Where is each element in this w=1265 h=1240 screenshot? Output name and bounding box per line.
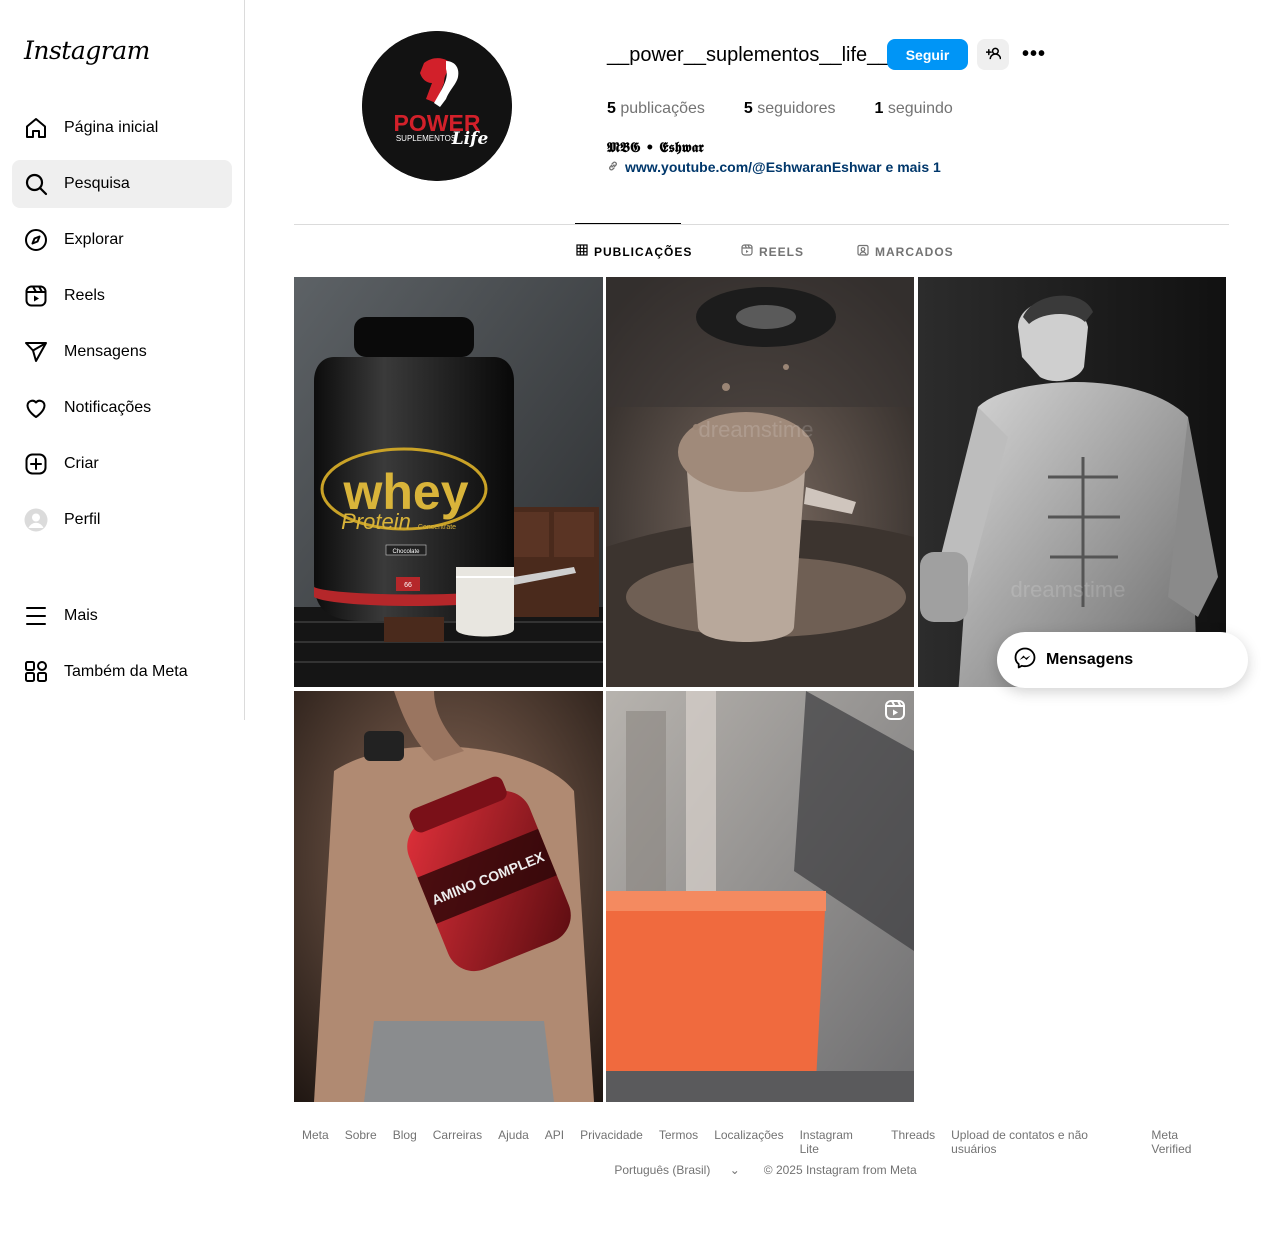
send-icon: [23, 339, 49, 365]
sidebar-item-notifications[interactable]: Notificações: [12, 384, 232, 432]
protein-text: Protein: [341, 509, 411, 534]
home-icon: [23, 115, 49, 141]
tab-tagged[interactable]: MARCADOS: [857, 244, 954, 259]
tab-label: REELS: [759, 244, 805, 259]
sidebar-item-reels[interactable]: Reels: [12, 272, 232, 320]
instagram-logo[interactable]: Instagram: [24, 36, 150, 65]
messages-pill[interactable]: Mensagens: [997, 632, 1248, 688]
tab-label: MARCADOS: [875, 244, 954, 259]
avatar-life-text: Life: [451, 129, 489, 149]
post-fitness-model[interactable]: dreamstime: [918, 277, 1226, 687]
footer-link[interactable]: Sobre: [345, 1128, 377, 1156]
options-button[interactable]: •••: [1018, 39, 1050, 70]
sidebar-item-profile[interactable]: Perfil: [12, 496, 232, 544]
meta-apps-icon: [23, 659, 49, 685]
sidebar-item-label: Reels: [64, 287, 105, 304]
tab-label: PUBLICAÇÕES: [594, 244, 693, 259]
sidebar-item-label: Página inicial: [64, 119, 159, 136]
sidebar-item-more[interactable]: Mais: [12, 592, 232, 640]
compass-icon: [23, 227, 49, 253]
footer-link[interactable]: Ajuda: [498, 1128, 529, 1156]
footer-links: Meta Sobre Blog Carreiras Ajuda API Priv…: [294, 1128, 1229, 1156]
reel-badge-icon: [884, 699, 906, 721]
post-protein-scoop[interactable]: dreamstime: [606, 277, 914, 687]
sidebar-item-label: Também da Meta: [64, 663, 188, 680]
concentrate-text: Concentrate: [418, 524, 456, 531]
reels-tab-icon: [741, 244, 759, 259]
reels-icon: [23, 283, 49, 309]
copyright-text: © 2025 Instagram from Meta: [763, 1163, 917, 1177]
menu-icon: [23, 603, 49, 629]
footer-link[interactable]: Meta Verified: [1151, 1128, 1221, 1156]
grid-icon: [576, 244, 594, 259]
suggested-users-button[interactable]: [977, 39, 1009, 70]
watermark-text: dreamstime: [699, 417, 814, 442]
flavor-text: Chocolate: [392, 549, 420, 555]
footer-link[interactable]: Upload de contatos e não usuários: [951, 1128, 1135, 1156]
post-amino-complex[interactable]: AMINO COMPLEX: [294, 691, 603, 1102]
messages-pill-label: Mensagens: [1046, 651, 1134, 668]
sidebar-item-search[interactable]: Pesquisa: [12, 160, 232, 208]
footer-bottom: Português (Brasil) ⌄ © 2025 Instagram fr…: [294, 1163, 1229, 1177]
bio-link-text: www.youtube.com/@EshwaranEshwar e mais 1: [625, 159, 941, 175]
add-user-icon: [985, 46, 1001, 64]
sidebar-nav: Página inicial Pesquisa Explorar Reels M…: [12, 104, 232, 704]
sidebar-item-label: Perfil: [64, 511, 101, 528]
profile-username: __power__suplementos__life__: [607, 44, 890, 66]
sidebar-item-label: Mensagens: [64, 343, 147, 360]
footer-link[interactable]: Carreiras: [433, 1128, 482, 1156]
footer-link[interactable]: Blog: [393, 1128, 417, 1156]
search-icon: [23, 171, 49, 197]
post-whey-protein[interactable]: whey Protein Concentrate Chocolate 66: [294, 277, 603, 687]
tabs-divider: [294, 224, 1229, 225]
sidebar-item-label: Mais: [64, 607, 98, 624]
follow-button[interactable]: Seguir: [887, 39, 968, 70]
stat-followers[interactable]: 5 seguidores: [744, 100, 836, 118]
footer-link[interactable]: Threads: [891, 1128, 935, 1156]
sidebar-item-label: Notificações: [64, 399, 152, 416]
sidebar-item-home[interactable]: Página inicial: [12, 104, 232, 152]
footer-link[interactable]: Instagram Lite: [800, 1128, 876, 1156]
sidebar: Instagram Página inicial Pesquisa Explor…: [0, 0, 245, 720]
bio-link[interactable]: www.youtube.com/@EshwaranEshwar e mais 1: [607, 159, 941, 175]
bio-name: 𝕸𝕭𝕲 • 𝕰𝖘𝖍𝖜𝖆𝖗: [607, 140, 704, 156]
link-icon: [607, 159, 625, 175]
sidebar-item-also-meta[interactable]: Também da Meta: [12, 648, 232, 696]
chevron-down-icon: ⌄: [729, 1163, 740, 1177]
stat-posts: 5 publicações: [607, 100, 705, 117]
avatar-suplementos-text: SUPLEMENTOS: [396, 134, 456, 143]
language-select[interactable]: Português (Brasil) ⌄: [606, 1163, 747, 1177]
heart-icon: [23, 395, 49, 421]
tab-posts[interactable]: PUBLICAÇÕES: [576, 244, 692, 259]
footer-link[interactable]: Meta: [302, 1128, 329, 1156]
tab-reels[interactable]: REELS: [741, 244, 804, 259]
avatar-icon: [23, 507, 49, 533]
profile-avatar[interactable]: POWER SUPLEMENTOS Life: [362, 31, 512, 181]
tagged-icon: [857, 244, 875, 259]
profile-stats: 5 publicações 5 seguidores 1 seguindo: [607, 100, 992, 118]
footer-link[interactable]: API: [545, 1128, 564, 1156]
messenger-icon: [1013, 646, 1046, 675]
sidebar-item-messages[interactable]: Mensagens: [12, 328, 232, 376]
footer-link[interactable]: Termos: [659, 1128, 698, 1156]
active-tab-indicator: [575, 223, 681, 224]
stat-following[interactable]: 1 seguindo: [875, 100, 953, 118]
sidebar-item-label: Criar: [64, 455, 99, 472]
sidebar-item-label: Explorar: [64, 231, 124, 248]
plus-square-icon: [23, 451, 49, 477]
footer-link[interactable]: Privacidade: [580, 1128, 643, 1156]
watermark-text: dreamstime: [1011, 577, 1126, 602]
post-reel[interactable]: [606, 691, 914, 1102]
sidebar-item-explore[interactable]: Explorar: [12, 216, 232, 264]
servings-text: 66: [404, 582, 412, 589]
footer-link[interactable]: Localizações: [714, 1128, 783, 1156]
sidebar-item-label: Pesquisa: [64, 175, 130, 192]
sidebar-item-create[interactable]: Criar: [12, 440, 232, 488]
